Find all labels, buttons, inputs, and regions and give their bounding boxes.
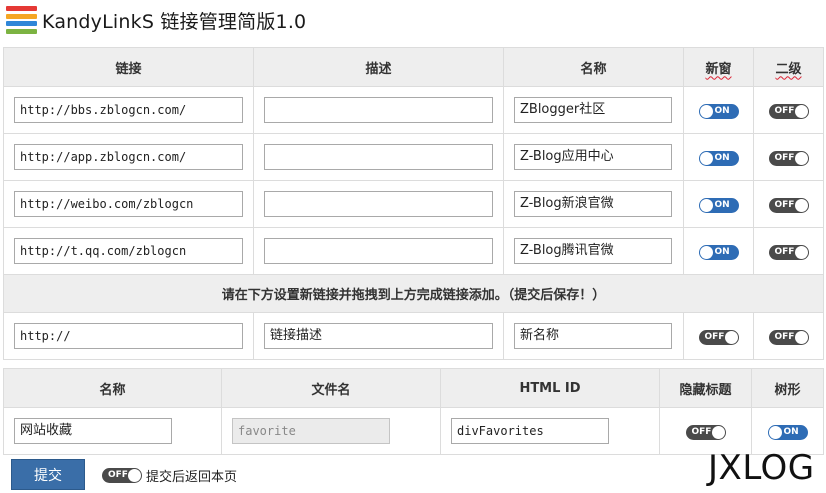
toggle-knob <box>794 330 808 344</box>
link-name-input[interactable]: Z-Blog腾讯官微 <box>514 238 672 264</box>
col-header-module-name: 名称 <box>3 368 222 408</box>
toggle-knob <box>699 151 713 165</box>
tree-toggle[interactable]: ON <box>767 424 808 440</box>
filename-input: favorite <box>232 418 390 444</box>
return-after-submit-label: 提交后返回本页 <box>146 470 238 485</box>
link-url-input[interactable]: http://bbs.zblogcn.com/ <box>14 97 243 123</box>
new-window-toggle[interactable]: ON <box>698 150 739 166</box>
col-header-hide-title: 隐藏标题 <box>659 368 752 408</box>
secondary-toggle[interactable]: OFF <box>768 197 809 213</box>
link-url-input[interactable]: http://t.qq.com/zblogcn <box>14 238 243 264</box>
instruction-row: 请在下方设置新链接并拖拽到上方完成链接添加。（提交后保存！） <box>3 274 824 313</box>
toggle-state: OFF <box>774 246 795 257</box>
toggle-knob <box>724 330 738 344</box>
new-window-toggle[interactable]: ON <box>698 244 739 260</box>
secondary-toggle[interactable]: OFF <box>768 244 809 260</box>
col-header-secondary-label: 二级 <box>775 61 802 77</box>
new-link-description-input[interactable]: 链接描述 <box>264 323 493 349</box>
link-name-input[interactable]: Z-Blog应用中心 <box>514 144 672 170</box>
new-link-url-input[interactable]: http:// <box>14 323 243 349</box>
link-name-input[interactable]: Z-Blog新浪官微 <box>514 191 672 217</box>
toggle-knob <box>699 198 713 212</box>
toggle-state: ON <box>783 426 799 437</box>
link-row[interactable]: http://weibo.com/zblogcn Z-Blog新浪官微 ON O… <box>3 180 824 228</box>
toggle-state: ON <box>714 152 730 163</box>
link-row[interactable]: http://app.zblogcn.com/ Z-Blog应用中心 ON OF… <box>3 133 824 181</box>
toggle-knob <box>711 425 725 439</box>
links-header-row: 链接 描述 名称 新窗 二级 <box>3 47 824 87</box>
new-link-secondary-toggle[interactable]: OFF <box>768 329 809 345</box>
toggle-state: OFF <box>704 331 725 342</box>
settings-header-row: 名称 文件名 HTML ID 隐藏标题 树形 <box>3 368 824 408</box>
toggle-state: OFF <box>691 426 712 437</box>
toggle-state: OFF <box>108 470 128 480</box>
secondary-toggle[interactable]: OFF <box>768 103 809 119</box>
settings-row: 网站收藏 favorite divFavorites OFF ON <box>3 407 824 455</box>
html-id-input[interactable]: divFavorites <box>451 418 609 444</box>
secondary-toggle[interactable]: OFF <box>768 150 809 166</box>
toggle-knob <box>699 245 713 259</box>
new-link-new-window-toggle[interactable]: OFF <box>698 329 739 345</box>
hide-title-toggle[interactable]: OFF <box>685 424 726 440</box>
module-name-input[interactable]: 网站收藏 <box>14 418 172 444</box>
toggle-knob <box>794 245 808 259</box>
toggle-knob <box>794 151 808 165</box>
toggle-knob <box>768 425 782 439</box>
watermark: JXLOG <box>708 448 815 488</box>
toggle-state: OFF <box>774 331 795 342</box>
new-window-toggle[interactable]: ON <box>698 103 739 119</box>
toggle-state: OFF <box>774 105 795 116</box>
instruction-text: 请在下方设置新链接并拖拽到上方完成链接添加。（提交后保存！） <box>3 274 824 313</box>
links-table: 链接 描述 名称 新窗 二级 http://bbs.zblogcn.com/ Z… <box>3 47 824 360</box>
col-header-filename: 文件名 <box>221 368 441 408</box>
toggle-state: ON <box>714 199 730 210</box>
col-header-tree: 树形 <box>751 368 824 408</box>
link-description-input[interactable] <box>264 97 493 123</box>
toggle-state: ON <box>714 105 730 116</box>
logo-stripe-blue <box>6 21 37 27</box>
logo-stripe-orange <box>6 13 37 19</box>
submit-button[interactable]: 提交 <box>11 459 85 490</box>
col-header-new-window: 新窗 <box>683 47 754 87</box>
link-description-input[interactable] <box>264 238 493 264</box>
link-description-input[interactable] <box>264 191 493 217</box>
col-header-new-window-label: 新窗 <box>705 61 732 77</box>
toggle-state: OFF <box>774 152 795 163</box>
toggle-state: OFF <box>774 199 795 210</box>
col-header-name: 名称 <box>503 47 684 87</box>
logo-stripe-red <box>6 6 37 11</box>
link-row[interactable]: http://t.qq.com/zblogcn Z-Blog腾讯官微 ON OF… <box>3 227 824 275</box>
toggle-state: ON <box>714 246 730 257</box>
new-link-row[interactable]: http:// 链接描述 新名称 OFF OFF <box>3 312 824 360</box>
col-header-secondary: 二级 <box>753 47 824 87</box>
return-after-submit-toggle[interactable]: OFF <box>102 468 142 483</box>
col-header-html-id: HTML ID <box>440 368 660 408</box>
settings-table: 名称 文件名 HTML ID 隐藏标题 树形 网站收藏 favorite div… <box>3 368 824 455</box>
toggle-knob <box>128 469 141 482</box>
col-header-link: 链接 <box>3 47 254 87</box>
logo-stripe-green <box>6 28 37 34</box>
toggle-knob <box>794 104 808 118</box>
new-link-name-input[interactable]: 新名称 <box>514 323 672 349</box>
link-url-input[interactable]: http://app.zblogcn.com/ <box>14 144 243 170</box>
link-row[interactable]: http://bbs.zblogcn.com/ ZBlogger社区 ON OF… <box>3 86 824 134</box>
col-header-description: 描述 <box>253 47 504 87</box>
link-name-input[interactable]: ZBlogger社区 <box>514 97 672 123</box>
new-window-toggle[interactable]: ON <box>698 197 739 213</box>
header: KandyLinkS 链接管理简版1.0 <box>6 5 306 35</box>
toggle-knob <box>794 198 808 212</box>
link-description-input[interactable] <box>264 144 493 170</box>
page-title: KandyLinkS 链接管理简版1.0 <box>42 10 307 33</box>
toggle-knob <box>699 104 713 118</box>
return-after-submit: OFF 提交后返回本页 <box>102 466 237 485</box>
link-url-input[interactable]: http://weibo.com/zblogcn <box>14 191 243 217</box>
app-logo-icon <box>6 5 37 35</box>
